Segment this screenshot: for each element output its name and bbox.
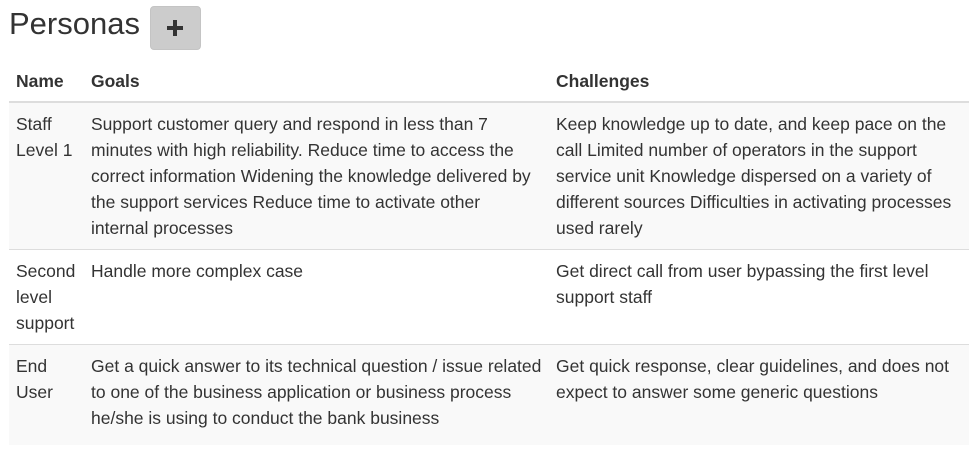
- table-row: Staff Level 1 Support customer query and…: [9, 102, 969, 250]
- personas-table: Name Goals Challenges Staff Level 1 Supp…: [9, 62, 969, 445]
- persona-name-cell: Second level support: [9, 249, 84, 345]
- column-header-goals: Goals: [84, 62, 549, 103]
- persona-goals-cell: Support customer query and respond in le…: [84, 102, 549, 250]
- persona-goals-cell: Get a quick answer to its technical ques…: [84, 344, 549, 445]
- column-header-name: Name: [9, 62, 84, 103]
- table-row: End User Get a quick answer to its techn…: [9, 344, 969, 445]
- table-row: Second level support Handle more complex…: [9, 249, 969, 345]
- persona-goals-cell: Handle more complex case: [84, 249, 549, 345]
- plus-icon: [167, 20, 184, 36]
- persona-name-cell: Staff Level 1: [9, 102, 84, 250]
- page-header: Personas: [9, 6, 201, 50]
- table-header-row: Name Goals Challenges: [9, 62, 969, 103]
- page-title: Personas: [9, 6, 140, 41]
- persona-challenges-cell: Get quick response, clear guidelines, an…: [549, 344, 969, 445]
- persona-name-cell: End User: [9, 344, 84, 445]
- add-persona-button[interactable]: [149, 6, 201, 50]
- personas-page: Personas Name Goals Challenges Staff Lev…: [0, 0, 975, 449]
- persona-challenges-cell: Get direct call from user bypassing the …: [549, 249, 969, 345]
- column-header-challenges: Challenges: [549, 62, 969, 103]
- persona-challenges-cell: Keep knowledge up to date, and keep pace…: [549, 102, 969, 250]
